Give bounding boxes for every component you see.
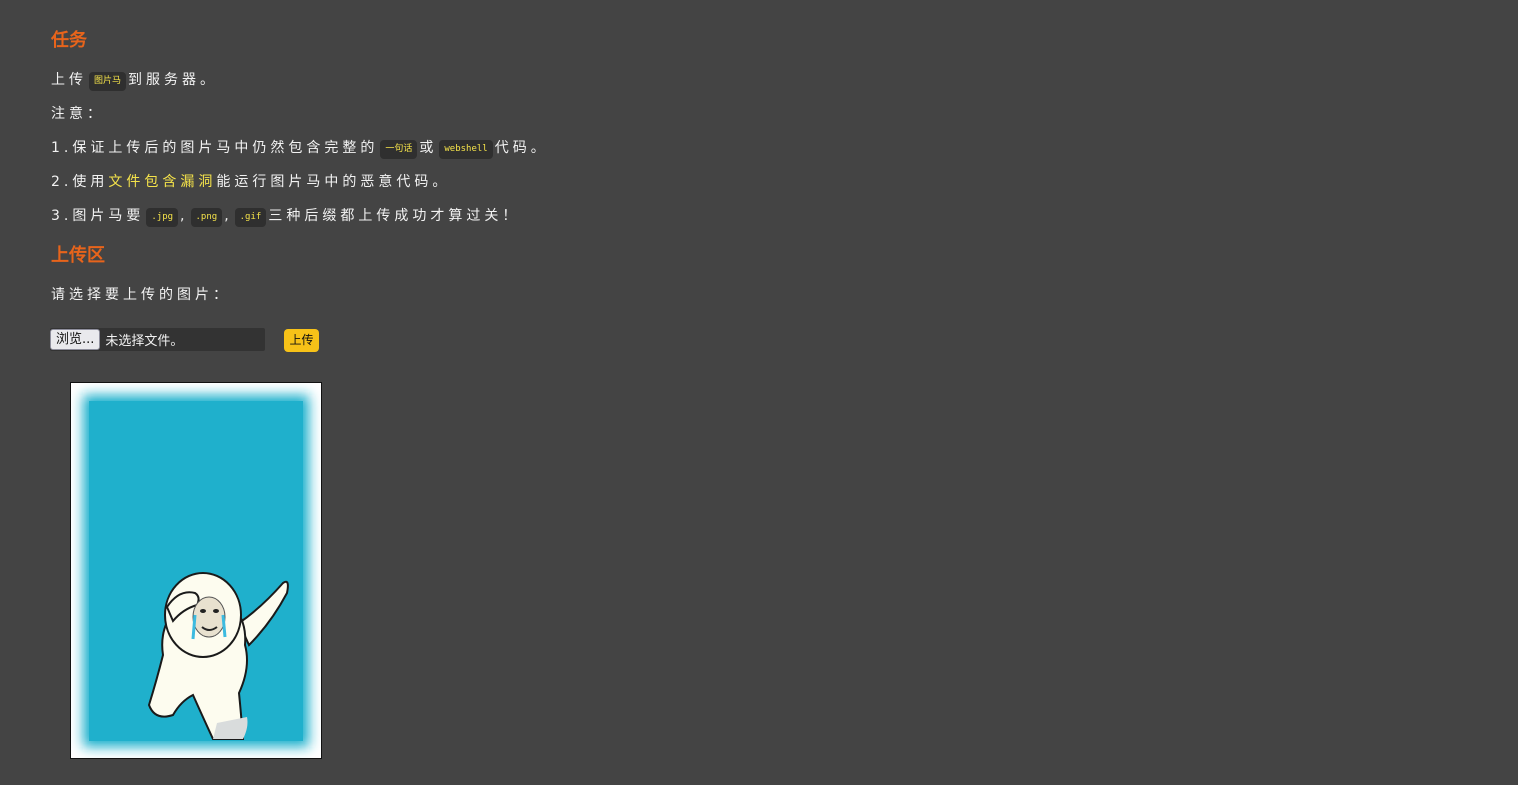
note-item-1-or: 或 bbox=[419, 140, 438, 156]
upload-submit-button[interactable]: 上传 bbox=[284, 329, 319, 352]
note-item-3-suffix: 三种后缀都上传成功才算过关！ bbox=[268, 208, 521, 224]
upload-heading: 上传区 bbox=[51, 245, 105, 266]
note-item-2-suffix: 能运行图片马中的恶意代码。 bbox=[216, 174, 451, 190]
note-item-1-prefix: 1.保证上传后的图片马中仍然包含完整的 bbox=[51, 140, 379, 156]
webshell-code: webshell bbox=[439, 140, 493, 159]
dancing-meme-image bbox=[71, 383, 321, 758]
ext-gif-code: .gif bbox=[234, 208, 267, 227]
note-item-1: 1.保证上传后的图片马中仍然包含完整的 一句话或 webshell 代码。 bbox=[51, 138, 549, 159]
file-inclusion-highlight: 文件包含漏洞 bbox=[108, 174, 217, 190]
task-description: 上传 图片马 到服务器。 bbox=[51, 70, 218, 91]
note-item-2-prefix: 2.使用 bbox=[51, 174, 109, 190]
uploaded-image-preview bbox=[70, 382, 322, 759]
note-item-1-suffix: 代码。 bbox=[494, 140, 549, 156]
task-line1-prefix: 上传 bbox=[51, 72, 87, 88]
file-status-text: 未选择文件。 bbox=[105, 334, 184, 349]
note-item-3: 3.图片马要 .jpg, .png, .gif 三种后缀都上传成功才算过关！ bbox=[51, 206, 520, 227]
upload-prompt: 请选择要上传的图片： bbox=[51, 287, 231, 303]
ext-png-code: .png bbox=[190, 208, 223, 227]
ext-jpg-code: .jpg bbox=[146, 208, 179, 227]
note-item-3-prefix: 3.图片马要 bbox=[51, 208, 145, 224]
file-input[interactable]: 浏览... 未选择文件。 bbox=[50, 328, 265, 351]
image-trojan-code: 图片马 bbox=[89, 72, 127, 91]
ext-separator-1: , bbox=[180, 208, 189, 224]
note-item-2: 2.使用文件包含漏洞能运行图片马中的恶意代码。 bbox=[51, 172, 450, 192]
ext-separator-2: , bbox=[224, 208, 233, 224]
note-label: 注意： bbox=[51, 106, 105, 122]
task-heading: 任务 bbox=[51, 30, 87, 51]
task-line1-suffix: 到服务器。 bbox=[128, 72, 219, 88]
browse-button[interactable]: 浏览... bbox=[50, 329, 101, 350]
one-liner-code: 一句话 bbox=[380, 140, 418, 159]
